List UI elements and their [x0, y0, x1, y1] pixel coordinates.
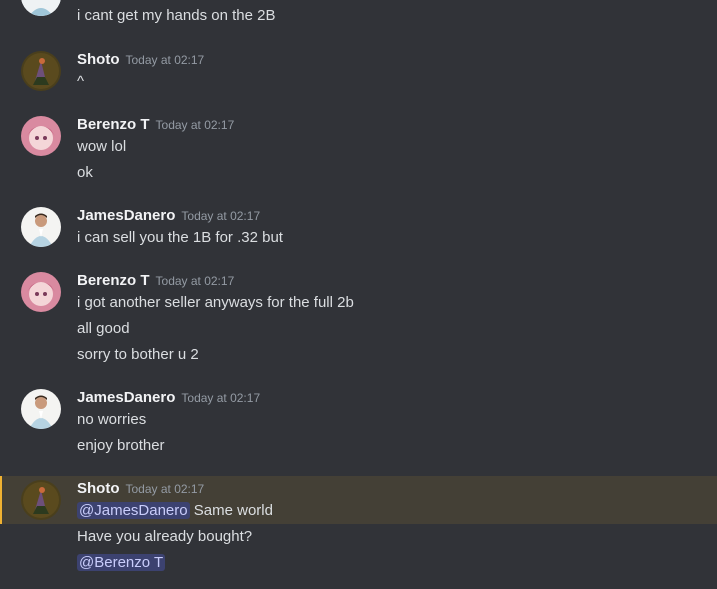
message-timestamp: Today at 02:17	[155, 274, 235, 288]
message-text: @Berenzo T	[77, 554, 166, 571]
message-author[interactable]: Berenzo T Today at 02:17	[77, 116, 234, 133]
avatar[interactable]	[21, 207, 61, 247]
chat-message-list: i cant get my hands on the 2B Shoto Today…	[0, 0, 717, 589]
message-timestamp: Today at 02:17	[155, 118, 235, 132]
avatar[interactable]	[21, 116, 61, 156]
avatar[interactable]	[21, 389, 61, 429]
message-author[interactable]: JamesDanero Today at 02:17	[77, 207, 260, 224]
author-name[interactable]: JamesDanero	[77, 207, 175, 224]
author-name[interactable]: Berenzo T	[77, 116, 150, 133]
message-author[interactable]: Shoto Today at 02:17	[77, 480, 204, 497]
message-text: i cant get my hands on the 2B	[77, 7, 276, 24]
message-text: no worries	[77, 411, 147, 428]
message-timestamp: Today at 02:17	[181, 391, 261, 405]
avatar[interactable]	[21, 272, 61, 312]
avatar[interactable]	[21, 480, 61, 520]
avatar[interactable]	[21, 0, 61, 16]
author-name[interactable]: JamesDanero	[77, 389, 175, 406]
author-name[interactable]: Shoto	[77, 51, 120, 68]
message-text: i got another seller anyways for the ful…	[77, 294, 354, 311]
message-text: Have you already bought?	[77, 528, 253, 545]
message-text: ^	[77, 73, 85, 90]
message-text: all good	[77, 320, 130, 337]
user-mention[interactable]: @Berenzo T	[77, 554, 166, 571]
author-name[interactable]: Shoto	[77, 480, 120, 497]
message-text: sorry to bother u 2	[77, 346, 199, 363]
message-text: enjoy brother	[77, 437, 165, 454]
message-author[interactable]: JamesDanero Today at 02:17	[77, 389, 260, 406]
message-text: i can sell you the 1B for .32 but	[77, 229, 283, 246]
message-author[interactable]: Berenzo T Today at 02:17	[77, 272, 234, 289]
message-text: wow lol	[77, 138, 127, 155]
author-name[interactable]: Berenzo T	[77, 272, 150, 289]
user-mention[interactable]: @JamesDanero	[77, 502, 190, 519]
message-timestamp: Today at 02:17	[181, 209, 261, 223]
message-author[interactable]: Shoto Today at 02:17	[77, 51, 204, 68]
message-timestamp: Today at 02:17	[125, 53, 205, 67]
message-text: ok	[77, 164, 93, 181]
avatar[interactable]	[21, 51, 61, 91]
message-text-segment: Same world	[189, 502, 273, 519]
message-text: @JamesDanero Same world	[77, 502, 273, 519]
message-timestamp: Today at 02:17	[125, 482, 205, 496]
